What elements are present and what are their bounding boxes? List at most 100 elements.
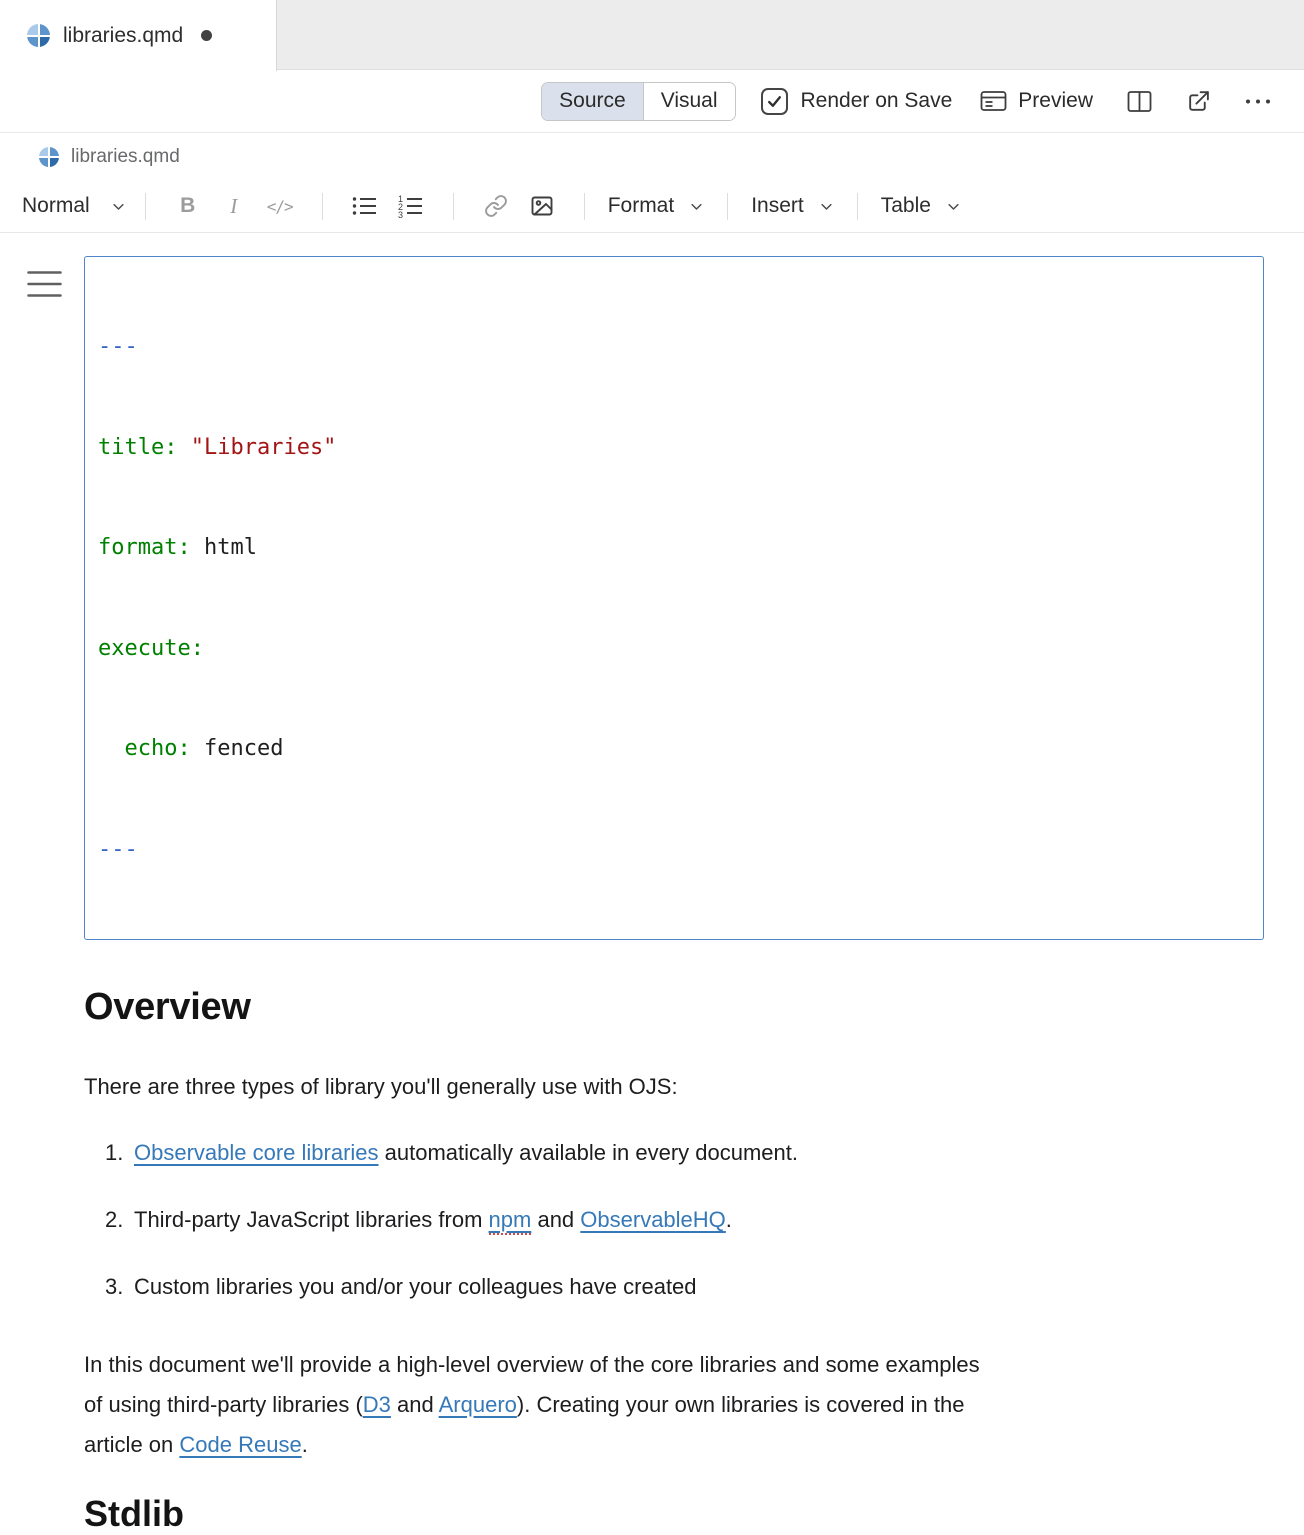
formatting-toolbar: Normal B I </> 1 2 3 [0,180,1304,233]
insert-menu-label: Insert [751,194,804,218]
link-arquero[interactable]: Arquero [439,1392,517,1417]
open-external-icon [1186,89,1211,114]
image-button[interactable] [519,194,565,218]
insert-menu[interactable]: Insert [747,194,838,218]
preview-label: Preview [1018,89,1093,113]
yaml-key: echo: [98,736,191,761]
visual-mode-button[interactable]: Visual [644,83,735,120]
bulleted-list-icon [351,194,378,218]
link-code-reuse[interactable]: Code Reuse [179,1432,301,1457]
editor-toolbar: Source Visual Render on Save Preview [0,70,1304,133]
yaml-string-value: "Libraries" [191,435,337,460]
image-icon [529,194,555,218]
toolbar-divider [857,193,858,220]
outline-toggle-button[interactable] [27,270,62,302]
paragraph-line: In this document we'll provide a high-le… [84,1345,1264,1385]
render-on-save-checkbox[interactable] [761,88,788,115]
list-item-text: Third-party JavaScript libraries from [134,1207,489,1232]
yaml-key: title: [98,435,177,460]
paragraph-line: of using third-party libraries (D3 and A… [84,1385,1264,1425]
quarto-icon [27,24,50,47]
yaml-space [191,535,204,560]
numbered-list-icon: 1 2 3 [397,194,424,218]
list-item: 1. Observable core libraries automatical… [84,1139,1264,1166]
unsaved-dot-icon [201,30,212,41]
ellipsis-icon [1245,98,1271,105]
link-icon [483,194,509,218]
list-item-text: . [726,1207,732,1232]
list-marker: 1. [105,1139,123,1166]
source-mode-button[interactable]: Source [542,83,644,120]
closing-paragraph: In this document we'll provide a high-le… [84,1345,1264,1465]
list-item-text: and [531,1207,580,1232]
preview-button[interactable]: Preview [980,89,1093,113]
yaml-line: title: "Libraries" [98,431,1250,465]
yaml-line: --- [98,833,1250,867]
yaml-line: execute: [98,632,1250,666]
code-icon: </> [267,197,293,216]
tab-title: libraries.qmd [63,24,183,48]
yaml-delimiter: --- [98,334,138,359]
yaml-space [177,435,190,460]
render-on-save: Render on Save [761,88,953,115]
paragraph-style-value: Normal [22,194,90,218]
breadcrumb: libraries.qmd [0,133,1304,180]
table-menu-label: Table [881,194,931,218]
bold-button[interactable]: B [165,194,211,218]
code-button[interactable]: </> [257,197,303,216]
svg-text:3: 3 [398,210,403,218]
doc-heading-stdlib: Stdlib [84,1493,1264,1535]
split-editor-button[interactable] [1127,90,1152,113]
list-marker: 2. [105,1206,123,1233]
yaml-line: --- [98,330,1250,364]
toolbar-divider [322,193,323,220]
yaml-key: format: [98,535,191,560]
yaml-value: fenced [204,736,283,761]
bulleted-list-button[interactable] [342,194,388,218]
tab-libraries-qmd[interactable]: libraries.qmd [0,0,277,71]
list-item-text: Custom libraries you and/or your colleag… [134,1274,697,1299]
numbered-list-button[interactable]: 1 2 3 [388,194,434,218]
chevron-down-icon [111,199,126,214]
visual-editor-surface[interactable]: --- title: "Libraries" format: html exec… [0,233,1304,1535]
quarto-file-icon [39,147,59,167]
link-observable-core-libraries[interactable]: Observable core libraries [134,1140,379,1165]
breadcrumb-filename[interactable]: libraries.qmd [71,146,180,168]
table-menu[interactable]: Table [877,194,965,218]
render-on-save-label: Render on Save [801,89,953,113]
link-observablehq[interactable]: ObservableHQ [580,1207,726,1232]
mode-toggle: Source Visual [541,82,735,121]
tab-bar: libraries.qmd [0,0,1304,70]
toolbar-divider [453,193,454,220]
yaml-line: echo: fenced [98,732,1250,766]
list-item-text: automatically available in every documen… [379,1140,798,1165]
paragraph-line: article on Code Reuse. [84,1425,1264,1465]
yaml-front-matter-block[interactable]: --- title: "Libraries" format: html exec… [84,256,1264,940]
check-icon [766,93,783,110]
yaml-value: html [204,535,257,560]
chevron-down-icon [946,199,961,214]
italic-icon: I [230,194,237,219]
chevron-down-icon [819,199,834,214]
list-item: 3. Custom libraries you and/or your coll… [84,1273,1264,1300]
preview-icon [980,89,1007,113]
yaml-delimiter: --- [98,837,138,862]
chevron-down-icon [689,199,704,214]
ordered-list: 1. Observable core libraries automatical… [84,1139,1264,1300]
open-external-button[interactable] [1186,89,1211,114]
link-d3[interactable]: D3 [363,1392,391,1417]
doc-heading-overview: Overview [84,986,1264,1028]
yaml-space [191,736,204,761]
link-npm[interactable]: npm [489,1207,532,1235]
more-actions-button[interactable] [1245,98,1271,105]
italic-button[interactable]: I [211,194,257,219]
intro-paragraph: There are three types of library you'll … [84,1073,1264,1100]
list-item: 2. Third-party JavaScript libraries from… [84,1206,1264,1233]
list-marker: 3. [105,1273,123,1300]
yaml-key: execute: [98,636,204,661]
bold-icon: B [180,194,195,218]
format-menu[interactable]: Format [604,194,709,218]
toolbar-divider [145,193,146,220]
paragraph-style-dropdown[interactable]: Normal [22,194,126,218]
link-button[interactable] [473,194,519,218]
